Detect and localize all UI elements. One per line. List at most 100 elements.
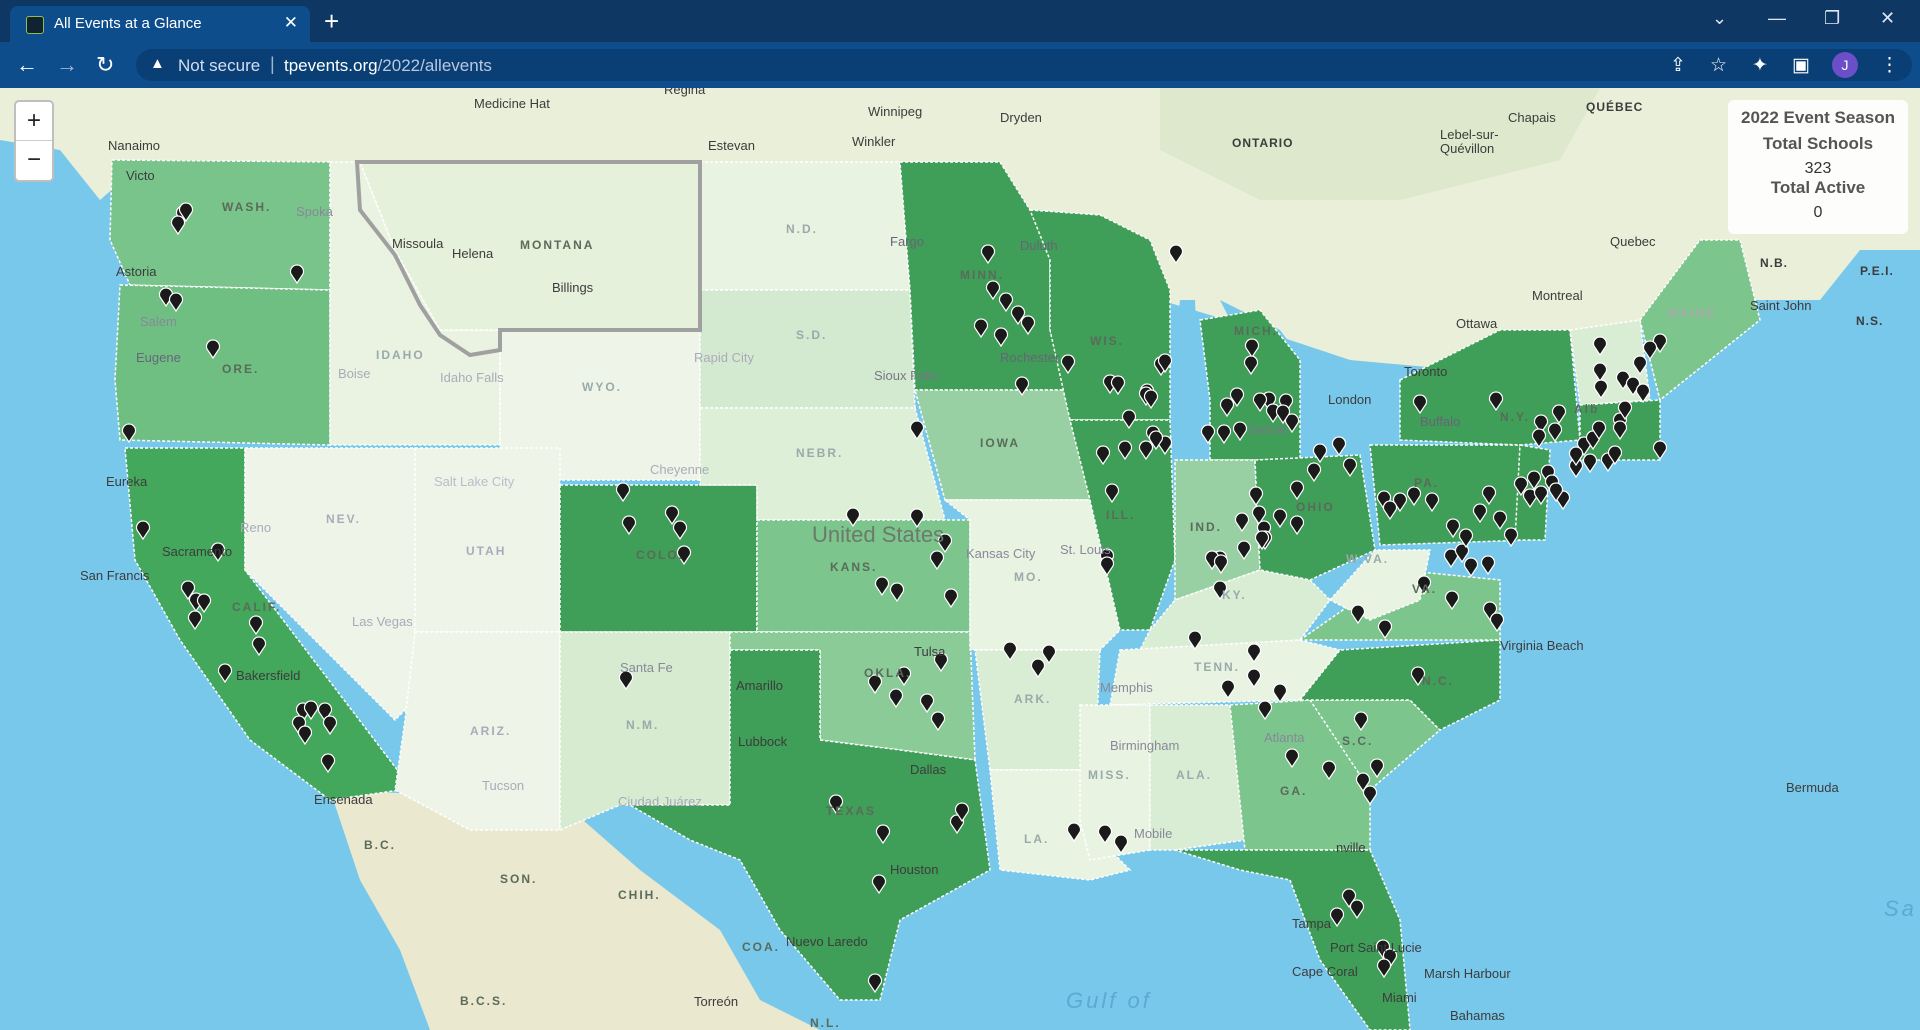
map-label: PA. [1414,476,1440,490]
map-label: Memphis [1100,680,1153,695]
map-label: Cape Coral [1292,964,1358,979]
window-close-icon[interactable]: ✕ [1880,8,1895,29]
zoom-in-button[interactable]: + [16,102,52,141]
map-label: Eureka [106,474,148,489]
map-label: MISS. [1088,768,1131,782]
bookmark-star-icon[interactable]: ☆ [1710,54,1727,77]
map-label: Atlanta [1264,730,1305,745]
map-label: N.M. [626,718,660,732]
map-label: CALIF. [232,600,282,614]
map-label: Torreón [694,994,739,1009]
state-south-dakota [699,289,916,409]
tab-close-icon[interactable]: ✕ [284,13,298,33]
map-label: Billings [552,280,594,295]
profile-avatar[interactable]: J [1832,52,1858,78]
map-label: Sacramento [162,544,233,559]
map-label: Eugene [136,350,181,365]
map-label: Rapid City [694,350,754,365]
event-marker-icon[interactable] [1331,436,1347,457]
map-label: Buffalo [1420,414,1461,429]
event-marker-icon[interactable] [1480,555,1496,576]
total-active-label: Total Active [1770,178,1866,197]
map-label: B.C. [364,838,396,852]
forward-arrow-icon[interactable]: → [56,52,78,78]
share-icon[interactable]: ⇪ [1670,54,1686,77]
map-label: MO. [1014,570,1043,584]
map-label: N.B. [1760,256,1788,270]
map-label: Dallas [910,762,947,777]
map-label: ORE. [222,362,260,376]
map-label: ARIZ. [470,724,512,738]
map-label: Bakersfield [236,668,301,683]
map-label: N.L. [810,1016,841,1030]
total-schools-value: 323 [1804,160,1832,177]
map-label: UTAH [466,544,507,558]
map-label: Regina [664,88,706,97]
map-label: Nanaimo [108,138,161,153]
total-schools-label: Total Schools [1762,134,1874,153]
map-canvas[interactable] [0,88,1920,1030]
map-label: Port Saint Lucie [1330,940,1422,955]
map-label: Reno [240,520,272,535]
map-label: Nuevo Laredo [786,934,868,949]
map-container[interactable]: Medicine Hat Regina Winnipeg Dryden Chap… [0,88,1920,1030]
lake-michigan [1170,300,1200,440]
map-label: Marsh Harbour [1424,966,1511,981]
map-label: IOWA [980,436,1020,450]
map-label: N.S. [1856,314,1884,328]
tab-search-chevron-icon[interactable]: ⌄ [1712,8,1727,29]
map-label: Gulf of [1066,988,1152,1013]
map-label: Missoula [392,236,444,251]
map-label: Victo [126,168,155,183]
browser-menu-icon[interactable]: ⋮ [1880,54,1899,77]
map-label: Amarillo [736,678,783,693]
map-label: COA. [742,940,780,954]
map-label: Salt Lake City [434,474,515,489]
reload-icon[interactable]: ↻ [96,52,114,78]
map-label: OKLA. [864,666,912,680]
map-label: MINN. [960,268,1004,282]
map-label: Ottawa [1456,316,1498,331]
zoom-out-button[interactable]: − [16,141,52,180]
back-arrow-icon[interactable]: ← [16,52,38,78]
map-label: Sa [1884,896,1917,921]
browser-tab[interactable]: All Events at a Glance ✕ [10,6,310,42]
new-tab-icon[interactable]: + [324,6,339,37]
event-marker-icon[interactable] [1503,527,1519,548]
address-separator: | [270,54,275,74]
map-label: Tulsa [914,644,946,659]
map-label: SON. [500,872,538,886]
map-label: ALA. [1176,768,1212,782]
map-label: Bermuda [1786,780,1839,795]
zoom-control: + − [14,100,54,182]
map-label: Spoka [296,204,333,219]
url-text[interactable]: tpevents.org/2022/allevents [284,56,492,76]
event-marker-icon[interactable] [1463,557,1479,578]
map-label: QUÉBEC [1586,100,1644,114]
map-label: Ensenada [314,792,373,807]
map-label: LA. [1024,832,1050,846]
map-label: KANS. [830,560,878,574]
map-label: WASH. [222,200,272,214]
map-label: OHIO [1296,500,1335,514]
map-label: Lebel-sur-Quévillon [1440,127,1499,156]
event-marker-icon[interactable] [1531,428,1547,449]
map-label: Sioux Falls [874,368,938,383]
minimize-icon[interactable]: — [1768,8,1786,29]
address-bar[interactable]: ▲ Not secure | tpevents.org/2022/alleven… [136,49,1912,81]
map-label: IDAHO [376,348,425,362]
security-status[interactable]: Not secure [178,56,260,76]
map-label: Winnipeg [868,104,923,119]
event-marker-icon[interactable] [1582,453,1598,474]
extensions-puzzle-icon[interactable]: ✦ [1752,54,1768,77]
map-label: Ciudad Juárez [618,794,702,809]
map-label: St. Louis [1060,542,1111,557]
map-label: Rochester [1000,350,1060,365]
restore-icon[interactable]: ❐ [1824,8,1840,29]
map-label: NEV. [326,512,361,526]
map-label: ILL. [1106,508,1136,522]
map-label: San Francis [80,568,150,583]
side-panel-icon[interactable]: ▣ [1792,54,1810,77]
warning-triangle-icon[interactable]: ▲ [150,55,165,72]
map-label: Helena [452,246,494,261]
